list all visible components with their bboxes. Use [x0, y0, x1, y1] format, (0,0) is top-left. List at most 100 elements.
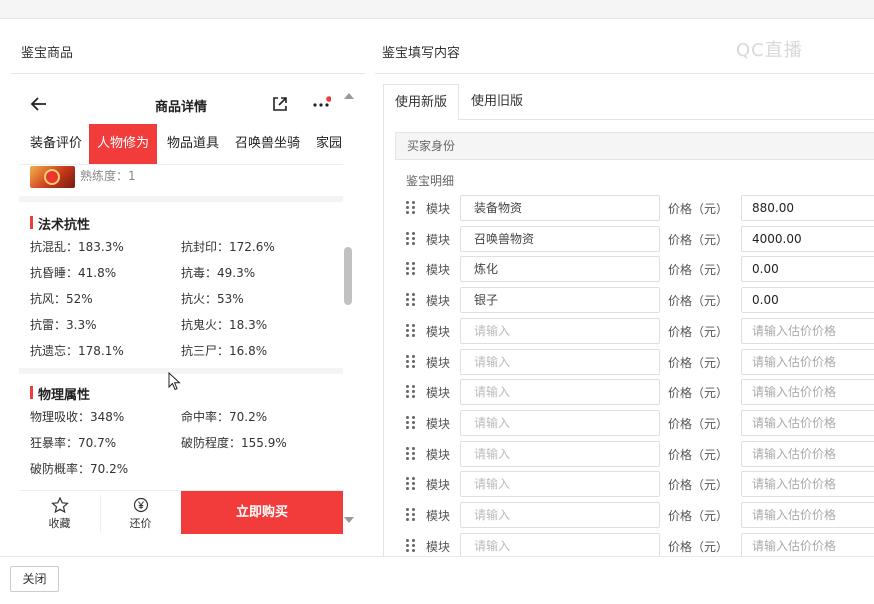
tab-home[interactable]: 家园 — [316, 124, 342, 164]
price-input[interactable]: 0.00 — [741, 256, 874, 282]
physical-attr-title: 物理属性 — [30, 384, 90, 403]
buyer-identity-section[interactable]: 买家身份 — [395, 132, 874, 160]
preview-footer: 收藏 还价 立即购买 — [19, 490, 343, 534]
module-name-input[interactable]: 请输入 — [460, 379, 660, 405]
price-label: 价格（元） — [668, 417, 729, 431]
drag-handle-icon[interactable] — [406, 416, 416, 430]
stat-item: 破防程度：155.9% — [181, 436, 287, 450]
module-name-input[interactable]: 银子 — [460, 287, 660, 313]
tab-items[interactable]: 物品道具 — [167, 124, 219, 164]
module-name-input[interactable]: 装备物资 — [460, 195, 660, 221]
price-input[interactable]: 请输入估价价格 — [741, 349, 874, 375]
favorite-button[interactable]: 收藏 — [19, 491, 100, 534]
module-label: 模块 — [426, 356, 451, 370]
right-divider — [375, 73, 874, 74]
price-label: 价格（元） — [668, 233, 729, 247]
stat-item: 抗遗忘：178.1% — [30, 344, 124, 358]
appraisal-row: 模块 请输入 价格（元） 请输入估价价格 — [406, 441, 874, 467]
bargain-button[interactable]: 还价 — [100, 491, 181, 534]
right-panel-title: 鉴宝填写内容 — [382, 46, 461, 61]
favorite-label: 收藏 — [48, 517, 71, 530]
module-label: 模块 — [426, 202, 451, 216]
share-icon[interactable] — [270, 94, 290, 114]
price-input[interactable]: 4000.00 — [741, 226, 874, 252]
tab-summon-mounts[interactable]: 召唤兽坐骑 — [235, 124, 300, 164]
module-label: 模块 — [426, 294, 451, 308]
stat-item: 抗混乱：183.3% — [30, 240, 124, 254]
module-label: 模块 — [426, 417, 451, 431]
module-name-input[interactable]: 召唤兽物资 — [460, 226, 660, 252]
price-input[interactable]: 请输入估价价格 — [741, 379, 874, 405]
top-bar — [0, 0, 874, 19]
stat-item: 抗风：52% — [30, 292, 93, 306]
drag-handle-icon[interactable] — [406, 324, 416, 338]
drag-handle-icon[interactable] — [406, 355, 416, 369]
module-name-input[interactable]: 请输入 — [460, 318, 660, 344]
module-label: 模块 — [426, 325, 451, 339]
tab-character-cultivation[interactable]: 人物修为 — [89, 124, 158, 164]
mouse-cursor-icon — [168, 372, 181, 391]
price-input[interactable]: 请输入估价价格 — [741, 318, 874, 344]
drag-handle-icon[interactable] — [406, 508, 416, 522]
drag-handle-icon[interactable] — [406, 232, 416, 246]
drag-handle-icon[interactable] — [406, 262, 416, 276]
appraisal-row: 模块 召唤兽物资 价格（元） 4000.00 — [406, 226, 874, 252]
module-name-input[interactable]: 请输入 — [460, 349, 660, 375]
tab-old-version[interactable]: 使用旧版 — [460, 84, 534, 120]
drag-handle-icon[interactable] — [406, 477, 416, 491]
appraisal-row: 模块 请输入 价格（元） 请输入估价价格 — [406, 471, 874, 497]
drag-handle-icon[interactable] — [406, 447, 416, 461]
appraisal-detail-label: 鉴宝明细 — [406, 174, 455, 188]
appraisal-row: 模块 请输入 价格（元） 请输入估价价格 — [406, 410, 874, 436]
preview-scrollbar[interactable] — [343, 90, 355, 526]
price-input[interactable]: 880.00 — [741, 195, 874, 221]
stat-item: 抗昏睡：41.8% — [30, 266, 117, 280]
stat-item: 狂暴率：70.7% — [30, 436, 117, 450]
price-label: 价格（元） — [668, 294, 729, 308]
price-input[interactable]: 请输入估价价格 — [741, 471, 874, 497]
module-label: 模块 — [426, 386, 451, 400]
module-name-input[interactable]: 请输入 — [460, 410, 660, 436]
stat-item: 破防概率：70.2% — [30, 462, 129, 476]
preview-title: 商品详情 — [154, 100, 207, 115]
appraisal-row: 模块 请输入 价格（元） 请输入估价价格 — [406, 379, 874, 405]
drag-handle-icon[interactable] — [406, 385, 416, 399]
module-name-input[interactable]: 请输入 — [460, 502, 660, 528]
price-label: 价格（元） — [668, 386, 729, 400]
drag-handle-icon[interactable] — [406, 293, 416, 307]
bottom-bar — [0, 556, 874, 604]
price-input[interactable]: 请输入估价价格 — [741, 410, 874, 436]
tab-equipment-review[interactable]: 装备评价 — [30, 124, 82, 164]
bargain-label: 还价 — [129, 517, 152, 530]
module-name-input[interactable]: 请输入 — [460, 471, 660, 497]
module-label: 模块 — [426, 540, 451, 554]
drag-handle-icon[interactable] — [406, 539, 416, 553]
buy-now-button[interactable]: 立即购买 — [181, 491, 343, 534]
left-panel-title: 鉴宝商品 — [21, 46, 74, 61]
price-label: 价格（元） — [668, 478, 729, 492]
appraisal-row: 模块 请输入 价格（元） 请输入估价价格 — [406, 502, 874, 528]
preview-header: 商品详情 — [19, 86, 343, 124]
item-thumbnail — [30, 166, 75, 188]
module-label: 模块 — [426, 448, 451, 462]
scroll-thumb[interactable] — [344, 247, 352, 305]
module-name-input[interactable]: 请输入 — [460, 441, 660, 467]
stat-item: 抗火：53% — [181, 292, 244, 306]
scroll-up-arrow-icon[interactable] — [344, 93, 354, 99]
drag-handle-icon[interactable] — [406, 201, 416, 215]
module-name-input[interactable]: 炼化 — [460, 256, 660, 282]
price-label: 价格（元） — [668, 540, 729, 554]
proficiency-text: 熟练度：1 — [80, 169, 136, 183]
appraisal-row: 模块 装备物资 价格（元） 880.00 — [406, 195, 874, 221]
yuan-coin-icon — [133, 497, 148, 513]
tab-new-version[interactable]: 使用新版 — [383, 84, 460, 121]
scroll-down-arrow-icon[interactable] — [344, 517, 354, 523]
price-input[interactable]: 请输入估价价格 — [741, 441, 874, 467]
price-label: 价格（元） — [668, 448, 729, 462]
more-icon[interactable] — [311, 96, 331, 110]
price-input[interactable]: 请输入估价价格 — [741, 502, 874, 528]
left-divider — [10, 73, 365, 74]
stat-item: 抗雷：3.3% — [30, 318, 97, 332]
close-button[interactable]: 关闭 — [10, 566, 59, 592]
price-input[interactable]: 0.00 — [741, 287, 874, 313]
